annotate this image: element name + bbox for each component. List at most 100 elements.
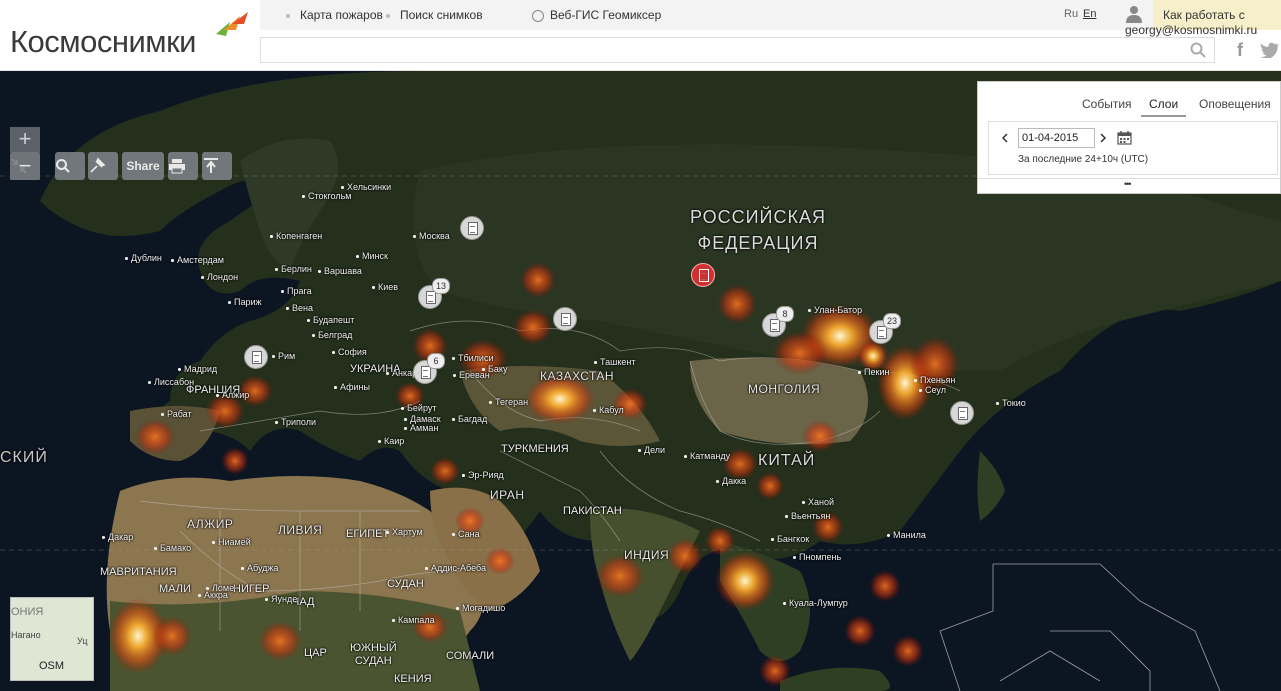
prev-date-icon[interactable] [1001, 133, 1009, 143]
panel-expand-handle[interactable]: ••• [1124, 179, 1132, 189]
image-marker[interactable] [244, 345, 268, 369]
city-label: Варшава [318, 266, 362, 276]
image-marker[interactable] [950, 401, 974, 425]
city-label: Берлин [275, 264, 312, 274]
city-label: Ханой [802, 497, 834, 507]
cluster-count: 6 [427, 353, 445, 369]
city-label: Амман [404, 423, 438, 433]
overview-minimap[interactable]: ОНИЯ Нагано Уц OSM [10, 597, 94, 681]
image-cluster-marker[interactable]: 13 [418, 278, 450, 309]
city-label: Ташкент [594, 357, 635, 367]
city-label: Лондон [201, 272, 238, 282]
printer-icon [169, 159, 185, 174]
label-niger: НИГЕР [233, 583, 270, 595]
calendar-icon[interactable] [1117, 130, 1132, 145]
label-mongolia: МОНГОЛИЯ [748, 382, 821, 396]
label-sudan: СУДАН [387, 578, 424, 590]
tab-events[interactable]: События [1082, 97, 1132, 111]
site-logo[interactable]: Космоснимки [10, 24, 196, 60]
image-cluster-marker[interactable]: 6 [413, 353, 445, 384]
city-label: Манила [887, 530, 926, 540]
city-label: Токио [996, 398, 1026, 408]
city-label: Афины [334, 382, 370, 392]
city-label: Тегеран [489, 397, 528, 407]
city-label: Копенгаген [270, 231, 322, 241]
zoom-in-button[interactable]: + [10, 127, 40, 153]
search-icon[interactable] [1190, 42, 1206, 58]
city-label: Минск [356, 251, 388, 261]
city-label: Амстердам [171, 255, 224, 265]
cluster-count: 23 [883, 313, 901, 329]
city-label: Сеул [919, 385, 946, 395]
print-button[interactable] [168, 152, 198, 180]
nav-image-search[interactable]: Поиск снимков [386, 8, 483, 22]
city-label: Бамако [154, 543, 191, 553]
city-label: Катманду [684, 451, 730, 461]
zoom-out-button[interactable]: − [10, 154, 40, 180]
city-label: Сана [452, 529, 480, 539]
city-label: Аккра [198, 590, 228, 600]
city-label: Москва [413, 231, 450, 241]
tab-layers[interactable]: Слои [1141, 97, 1187, 117]
image-marker[interactable] [460, 216, 484, 240]
image-cluster-marker[interactable]: 23 [869, 313, 901, 344]
city-label: София [332, 347, 367, 357]
cluster-count: 8 [776, 306, 794, 322]
city-label: Багдад [452, 414, 487, 424]
draw-tool-button[interactable] [88, 152, 118, 180]
city-label: Рабат [161, 409, 192, 419]
search-input[interactable] [260, 37, 1215, 63]
city-label: Кампала [392, 615, 435, 625]
label-china: КИТАЙ [758, 452, 816, 469]
label-kenya: КЕНИЯ [394, 673, 432, 685]
selected-image-marker[interactable] [691, 263, 715, 287]
twitter-icon[interactable] [1260, 42, 1280, 58]
label-algeria: АЛЖИР [187, 517, 234, 531]
city-label: Дели [638, 445, 665, 455]
city-label: Вьентьян [785, 511, 830, 521]
city-label: Стокгольм [302, 191, 351, 201]
next-date-icon[interactable] [1099, 133, 1107, 143]
city-label: Белград [312, 330, 352, 340]
city-label: Вена [286, 303, 313, 313]
label-left-edge: СКИЙ [0, 449, 48, 466]
upload-button[interactable] [202, 152, 232, 180]
label-car: ЦАР [304, 647, 327, 659]
nav-fire-map[interactable]: Карта пожаров [286, 8, 383, 22]
nav-geomixer[interactable]: Веб-ГИС Геомиксер [532, 8, 661, 22]
header: Космоснимки Карта пожаров Поиск снимков … [0, 0, 1281, 71]
lang-en[interactable]: En [1083, 8, 1096, 20]
image-cluster-marker[interactable]: 8 [762, 306, 794, 337]
city-label: Каир [378, 436, 404, 446]
city-label: Абуджа [241, 563, 278, 573]
city-label: Баку [482, 364, 507, 374]
label-libya: ЛИВИЯ [278, 523, 323, 537]
image-marker[interactable] [553, 307, 577, 331]
city-label: Бейрут [401, 403, 436, 413]
city-label: Улан-Батор [808, 305, 862, 315]
logo-mark-icon [216, 12, 248, 36]
pin-icon [90, 157, 106, 173]
city-label: Париж [228, 297, 262, 307]
city-label: Бангкок [771, 534, 809, 544]
minimap-city-2: Уц [77, 636, 88, 646]
label-iran: ИРАН [490, 488, 525, 502]
date-input[interactable]: 01-04-2015 [1018, 128, 1095, 148]
lang-ru[interactable]: Ru [1064, 8, 1078, 20]
city-label: Ниамей [212, 537, 251, 547]
facebook-icon[interactable]: f [1237, 40, 1243, 61]
minimap-label: OSM [39, 660, 65, 672]
city-label: Аддис-Абеба [425, 563, 486, 573]
upload-icon [204, 158, 218, 173]
magnifier-icon [56, 159, 70, 173]
minimap-city: Нагано [11, 630, 41, 640]
label-pakistan: ПАКИСТАН [563, 505, 622, 517]
city-label: Хартум [386, 527, 423, 537]
search-map-button[interactable] [55, 152, 85, 180]
period-text: За последние 24+10ч (UTC) [1018, 154, 1149, 165]
city-label: Прага [281, 286, 312, 296]
city-label: Куала-Лумпур [783, 598, 848, 608]
share-button[interactable]: Share [122, 152, 164, 180]
user-account[interactable]: georgy@kosmosnimki.ru [1125, 5, 1281, 37]
tab-notifications[interactable]: Оповещения [1199, 97, 1271, 111]
